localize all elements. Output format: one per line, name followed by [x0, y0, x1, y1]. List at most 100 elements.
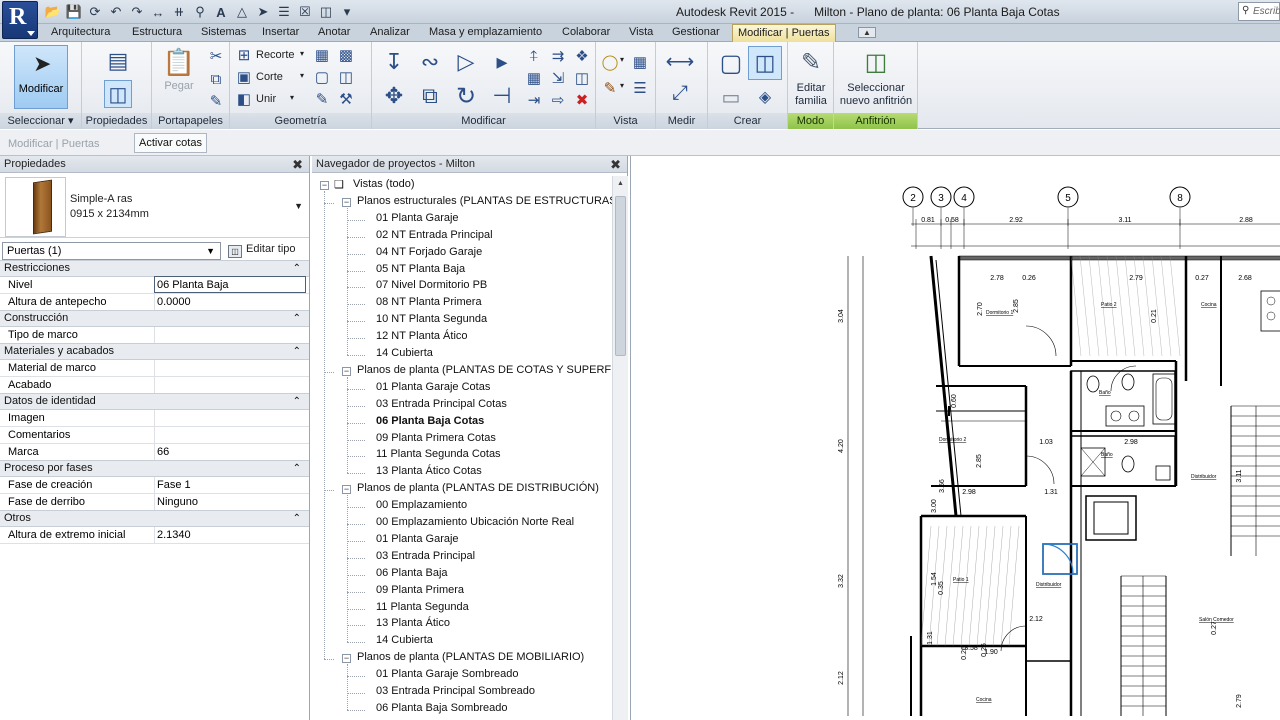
- app-menu-button[interactable]: R: [2, 1, 38, 39]
- tree-group[interactable]: Planos de planta (PLANTAS DE DISTRIBUCIÓ…: [357, 482, 599, 494]
- tag-icon[interactable]: ⚲: [191, 3, 209, 21]
- tree-view-item[interactable]: 03 Entrada Principal Cotas: [376, 398, 507, 410]
- undo-icon[interactable]: ↶: [107, 3, 125, 21]
- collapse-toggle[interactable]: −: [320, 181, 329, 190]
- group-restricciones[interactable]: Restricciones ⌃: [0, 260, 309, 277]
- tree-view-item[interactable]: 13 Planta Ático: [376, 617, 450, 629]
- collapse-toggle[interactable]: −: [342, 366, 351, 376]
- close-icon[interactable]: ✖: [292, 156, 303, 173]
- tree-view-item[interactable]: 01 Planta Garaje: [376, 212, 459, 224]
- copy-element-icon[interactable]: ⧉: [416, 82, 444, 110]
- tree-view-item[interactable]: 11 Planta Segunda: [376, 601, 469, 613]
- tree-view-item[interactable]: 12 NT Planta Ático: [376, 330, 468, 342]
- create-assembly-icon[interactable]: ◈: [748, 84, 782, 110]
- tree-root[interactable]: Vistas (todo): [353, 178, 415, 190]
- tree-group[interactable]: Planos de planta (PLANTAS DE MOBILIARIO): [357, 651, 584, 663]
- tab-analizar[interactable]: Analizar: [370, 26, 410, 38]
- group-construccion[interactable]: Construcción ⌃: [0, 310, 309, 327]
- measure-distance-icon[interactable]: ⟷: [662, 48, 698, 74]
- tree-view-item[interactable]: 01 Planta Garaje: [376, 533, 459, 545]
- dropdown-icon[interactable]: ▾: [300, 71, 304, 80]
- minimize-ribbon-icon[interactable]: ▲: [858, 27, 876, 38]
- tree-view-item[interactable]: 09 Planta Primera Cotas: [376, 432, 496, 444]
- scroll-thumb[interactable]: [615, 196, 626, 356]
- dropdown-icon[interactable]: ▾: [620, 55, 624, 64]
- scroll-up-icon[interactable]: ▲: [617, 180, 624, 187]
- material-marco-field[interactable]: [154, 360, 306, 376]
- close-icon[interactable]: ✖: [610, 156, 621, 173]
- mirror-axis-icon[interactable]: ▷: [452, 48, 480, 76]
- fase-creacion-field[interactable]: Fase 1: [154, 477, 306, 493]
- floor-plan[interactable]: 2 3 4 5 8 0.81 0.58 2.92 3.11 2.88 3.04 4.20 3.32 2.1…: [631, 156, 1280, 720]
- group-materiales[interactable]: Materiales y acabados ⌃: [0, 343, 309, 360]
- lightbulb-icon[interactable]: ◯: [600, 52, 620, 72]
- chevron-down-icon[interactable]: ▼: [294, 201, 303, 211]
- pin-icon[interactable]: ❖: [572, 46, 592, 66]
- create-parts-icon[interactable]: ▭: [714, 84, 748, 110]
- tree-view-item[interactable]: 09 Planta Primera: [376, 584, 464, 596]
- extend-multi-icon[interactable]: ⇨: [548, 90, 568, 110]
- tree-view-item[interactable]: 10 NT Planta Segunda: [376, 313, 487, 325]
- wall-joins-icon[interactable]: ▦: [312, 45, 332, 65]
- tree-view-item[interactable]: 06 Planta Baja: [376, 567, 448, 579]
- tree-view-item[interactable]: 00 Emplazamiento: [376, 499, 467, 511]
- tab-colaborar[interactable]: Colaborar: [562, 26, 610, 38]
- tree-view-item[interactable]: 05 NT Planta Baja: [376, 263, 465, 275]
- tree-group[interactable]: Planos estructurales (PLANTAS DE ESTRUCT…: [357, 195, 612, 207]
- type-properties-icon[interactable]: ◫: [104, 80, 132, 108]
- move-icon[interactable]: ✥: [380, 82, 408, 110]
- paint-icon[interactable]: ◫: [336, 67, 356, 87]
- tree-view-item[interactable]: 04 NT Forjado Garaje: [376, 246, 482, 258]
- tree-view-item[interactable]: 07 Nivel Dormitorio PB: [376, 279, 487, 291]
- copy-icon[interactable]: ⧉: [206, 69, 226, 89]
- tree-view-item[interactable]: 02 NT Entrada Principal: [376, 229, 493, 241]
- pegar-button[interactable]: 📋 Pegar: [163, 48, 195, 93]
- fase-derribo-field[interactable]: Ninguno: [154, 494, 306, 510]
- tree-view-item[interactable]: 13 Planta Ático Cotas: [376, 465, 482, 477]
- cut-geometry-icon[interactable]: ▣: [234, 67, 254, 87]
- tab-arquitectura[interactable]: Arquitectura: [51, 26, 110, 38]
- marco-field[interactable]: [154, 327, 306, 343]
- join-icon[interactable]: ◧: [234, 89, 254, 109]
- filter-icon[interactable]: ☰: [630, 78, 650, 98]
- tree-view-item[interactable]: 00 Emplazamiento Ubicación Norte Real: [376, 516, 574, 528]
- acabado-field[interactable]: [154, 377, 306, 393]
- panel-label[interactable]: Seleccionar ▾: [0, 113, 81, 129]
- group-fases[interactable]: Proceso por fases ⌃: [0, 460, 309, 477]
- dropdown-icon[interactable]: ▾: [290, 93, 294, 102]
- tree-view-item[interactable]: 06 Planta Baja Cotas: [376, 415, 484, 427]
- marca-field[interactable]: 66: [154, 444, 306, 460]
- open-icon[interactable]: 📂: [44, 3, 62, 21]
- switch-windows-icon[interactable]: ◫: [317, 3, 335, 21]
- editar-familia-button[interactable]: ✎ Editar familia: [791, 46, 831, 108]
- split-face-icon[interactable]: ▩: [336, 45, 356, 65]
- mirror-draw-icon[interactable]: ▸: [488, 48, 516, 76]
- redo-icon[interactable]: ↷: [128, 3, 146, 21]
- delete-icon[interactable]: ✖: [572, 90, 592, 110]
- antepecho-field[interactable]: 0.0000: [154, 294, 306, 310]
- close-hidden-icon[interactable]: ☒: [296, 3, 314, 21]
- tab-modificar-puertas[interactable]: Modificar | Puertas: [732, 24, 836, 43]
- create-similar-icon[interactable]: ▢: [714, 46, 748, 80]
- tree-view-item[interactable]: 03 Entrada Principal Sombreado: [376, 685, 535, 697]
- tree-view-item[interactable]: 14 Cubierta: [376, 347, 433, 359]
- override-graphics-icon[interactable]: ▦: [630, 52, 650, 72]
- tab-masa[interactable]: Masa y emplazamiento: [429, 26, 542, 38]
- cope-icon[interactable]: ⊞: [234, 45, 254, 65]
- imagen-field[interactable]: [154, 410, 306, 426]
- drawing-area[interactable]: 2 3 4 5 8 0.81 0.58 2.92 3.11 2.88 3.04 4.20 3.32 2.1…: [630, 156, 1280, 720]
- tree-view-item[interactable]: 03 Entrada Principal: [376, 550, 475, 562]
- tab-vista[interactable]: Vista: [629, 26, 653, 38]
- trim-icon[interactable]: ⊣: [488, 82, 516, 110]
- tab-insertar[interactable]: Insertar: [262, 26, 299, 38]
- browser-scrollbar[interactable]: ▲: [612, 176, 628, 720]
- tab-sistemas[interactable]: Sistemas: [201, 26, 246, 38]
- collapse-toggle[interactable]: −: [342, 654, 351, 664]
- collapse-toggle[interactable]: −: [342, 485, 351, 495]
- cut-icon[interactable]: ✂: [206, 46, 226, 66]
- altura-extremo-field[interactable]: 2.1340: [154, 527, 306, 543]
- comentarios-field[interactable]: [154, 427, 306, 443]
- tree-view-item[interactable]: 06 Planta Baja Sombreado: [376, 702, 507, 714]
- tree-view-item[interactable]: 01 Planta Garaje Cotas: [376, 381, 490, 393]
- tab-estructura[interactable]: Estructura: [132, 26, 182, 38]
